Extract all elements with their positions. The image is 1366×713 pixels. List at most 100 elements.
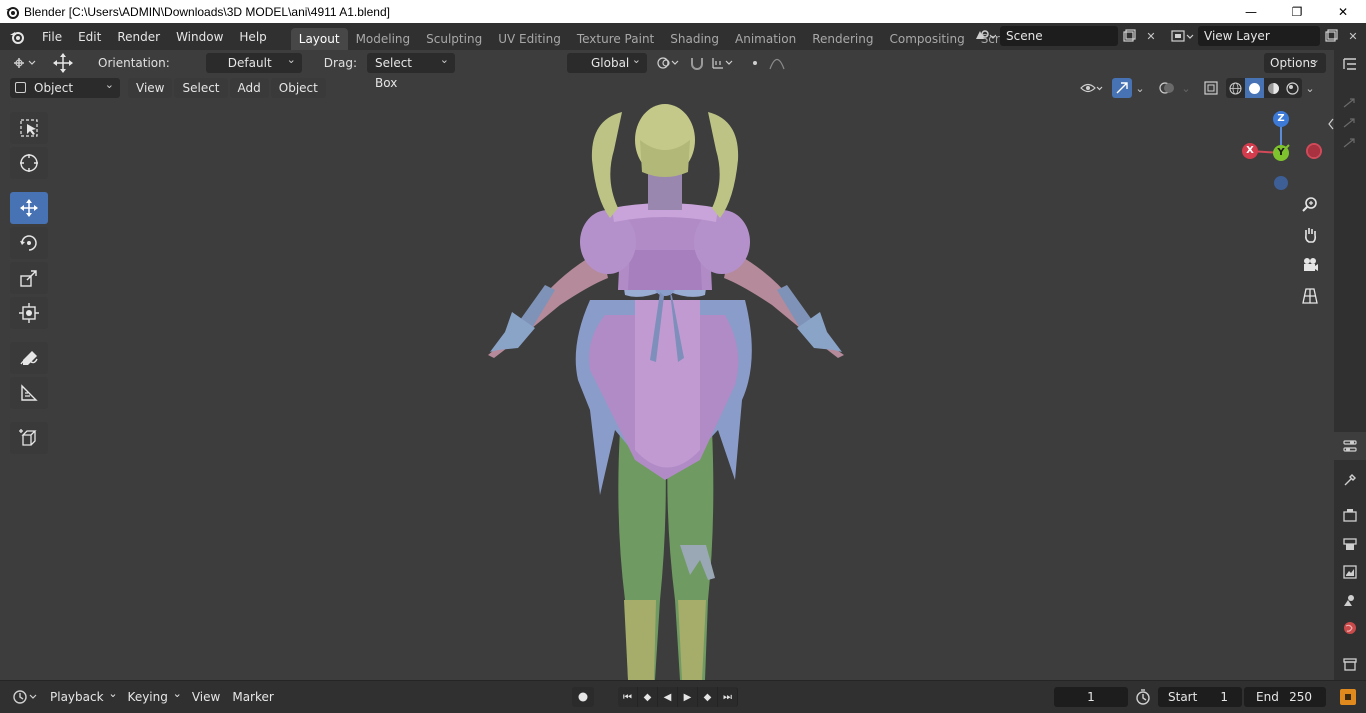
- visibility-icon[interactable]: [1076, 78, 1106, 98]
- outliner-toggle-icon[interactable]: [1334, 50, 1366, 78]
- menu-render[interactable]: Render: [109, 26, 168, 48]
- solid-shading-icon[interactable]: [1245, 78, 1264, 98]
- drag-dropdown[interactable]: Select Box: [366, 50, 455, 90]
- preview-range-icon[interactable]: [1134, 688, 1152, 709]
- falloff-icon[interactable]: [765, 53, 789, 73]
- zoom-icon[interactable]: [1298, 193, 1322, 217]
- prev-keyframe-icon[interactable]: ◆: [638, 687, 658, 707]
- new-view-layer-icon[interactable]: [1320, 26, 1342, 46]
- remove-scene-icon[interactable]: ✕: [1140, 26, 1162, 46]
- pivot-point-icon[interactable]: [653, 53, 683, 73]
- gizmo-dropdown-icon[interactable]: ⌄: [1132, 78, 1148, 98]
- blender-menu-icon[interactable]: [0, 23, 34, 50]
- viewport-menu-view[interactable]: View: [128, 78, 173, 98]
- minimize-button[interactable]: —: [1228, 0, 1274, 23]
- navigation-gizmo[interactable]: Z X Y: [1236, 108, 1326, 198]
- play-icon[interactable]: ▶: [678, 687, 698, 707]
- viewport-menu-object[interactable]: Object: [270, 78, 326, 98]
- scene-selector-group: Scene ✕ View Layer ✕: [970, 26, 1364, 46]
- overlays-dropdown-icon[interactable]: ⌄: [1178, 78, 1194, 98]
- move-tool-icon[interactable]: [48, 53, 78, 73]
- new-scene-icon[interactable]: [1118, 26, 1140, 46]
- camera-view-icon[interactable]: [1298, 253, 1322, 277]
- gizmo-z-axis[interactable]: Z: [1273, 111, 1289, 127]
- maximize-button[interactable]: ❐: [1274, 0, 1320, 23]
- shading-dropdown-icon[interactable]: ⌄: [1302, 78, 1318, 98]
- tool-properties-icon[interactable]: [1334, 432, 1366, 460]
- tab-uv-editing[interactable]: UV Editing: [490, 28, 569, 50]
- rendered-shading-icon[interactable]: [1283, 78, 1302, 98]
- jump-start-icon[interactable]: ⏮: [618, 687, 638, 707]
- rotate-tool[interactable]: [10, 227, 48, 259]
- view-layer-field[interactable]: View Layer: [1198, 26, 1320, 46]
- measure-tool[interactable]: [10, 377, 48, 409]
- menu-help[interactable]: Help: [231, 26, 274, 48]
- tool-settings-icon[interactable]: [1334, 466, 1366, 494]
- gizmo-toggle-icon[interactable]: [1112, 78, 1132, 98]
- current-frame-field[interactable]: 1: [1054, 687, 1128, 707]
- timeline-editor-type-icon[interactable]: [10, 687, 40, 707]
- scene-name-field[interactable]: Scene: [1000, 26, 1118, 46]
- menu-file[interactable]: File: [34, 26, 70, 48]
- tab-shading[interactable]: Shading: [662, 28, 727, 50]
- close-button[interactable]: ✕: [1320, 0, 1366, 23]
- gizmo-x-axis[interactable]: X: [1242, 143, 1258, 159]
- collection-properties-icon[interactable]: [1334, 650, 1366, 678]
- marker-menu[interactable]: Marker: [226, 687, 279, 707]
- transform-orientation-dropdown[interactable]: Global: [566, 50, 647, 73]
- viewport-menu-select[interactable]: Select: [174, 78, 228, 98]
- options-dropdown[interactable]: Options: [1264, 50, 1326, 73]
- menu-edit[interactable]: Edit: [70, 26, 109, 48]
- orientation-value: Default: [227, 56, 272, 70]
- mode-dropdown[interactable]: Object Mode: [10, 75, 120, 115]
- timeline-view-menu[interactable]: View: [186, 687, 226, 707]
- proportional-editing-icon[interactable]: [745, 53, 765, 73]
- select-box-tool[interactable]: [10, 112, 48, 144]
- view-layer-icon[interactable]: [1166, 26, 1198, 46]
- remove-view-layer-icon[interactable]: ✕: [1342, 26, 1364, 46]
- tab-sculpting[interactable]: Sculpting: [418, 28, 490, 50]
- scene-icon[interactable]: [970, 26, 1000, 46]
- tab-modeling[interactable]: Modeling: [348, 28, 419, 50]
- material-shading-icon[interactable]: [1264, 78, 1283, 98]
- scale-tool[interactable]: [10, 262, 48, 294]
- add-cube-tool[interactable]: [10, 422, 48, 454]
- output-properties-icon[interactable]: [1334, 530, 1366, 558]
- end-frame-field[interactable]: End 250: [1244, 687, 1326, 707]
- sidebar-toggle-icon[interactable]: [1324, 110, 1338, 138]
- perspective-toggle-icon[interactable]: [1298, 284, 1322, 308]
- tab-layout[interactable]: Layout: [290, 28, 348, 50]
- world-properties-icon[interactable]: [1334, 614, 1366, 642]
- playback-menu[interactable]: Playback: [44, 684, 122, 707]
- cursor-tool[interactable]: [10, 147, 48, 179]
- start-frame-field[interactable]: Start 1: [1158, 687, 1242, 707]
- pan-hand-icon[interactable]: [1298, 223, 1322, 247]
- move-tool[interactable]: [10, 192, 48, 224]
- snap-target-icon[interactable]: [707, 53, 737, 73]
- keying-menu[interactable]: Keying: [122, 684, 186, 707]
- view-layer-properties-icon[interactable]: [1334, 558, 1366, 586]
- record-button[interactable]: [572, 687, 594, 707]
- orientation-dropdown[interactable]: Default: [205, 50, 302, 73]
- scene-properties-icon[interactable]: [1334, 586, 1366, 614]
- tab-compositing[interactable]: Compositing: [881, 28, 972, 50]
- menu-window[interactable]: Window: [168, 26, 231, 48]
- tab-texture-paint[interactable]: Texture Paint: [569, 28, 662, 50]
- overlays-icon[interactable]: [1156, 78, 1178, 98]
- viewport-menu-add[interactable]: Add: [229, 78, 269, 98]
- tab-rendering[interactable]: Rendering: [804, 28, 881, 50]
- play-reverse-icon[interactable]: ◀: [658, 687, 678, 707]
- snap-icon[interactable]: [687, 53, 707, 73]
- tab-animation[interactable]: Animation: [727, 28, 804, 50]
- annotate-tool[interactable]: [10, 342, 48, 374]
- jump-end-icon[interactable]: ⏭: [718, 687, 738, 707]
- xray-icon[interactable]: [1200, 78, 1222, 98]
- transform-tool[interactable]: [10, 297, 48, 329]
- wireframe-shading-icon[interactable]: [1226, 78, 1245, 98]
- properties-editor-icon[interactable]: [1340, 689, 1356, 705]
- editor-type-icon[interactable]: [8, 53, 40, 73]
- gizmo-y-axis[interactable]: Y: [1273, 145, 1289, 161]
- next-keyframe-icon[interactable]: ◆: [698, 687, 718, 707]
- 3d-viewport[interactable]: [0, 100, 1334, 680]
- render-properties-icon[interactable]: [1334, 501, 1366, 529]
